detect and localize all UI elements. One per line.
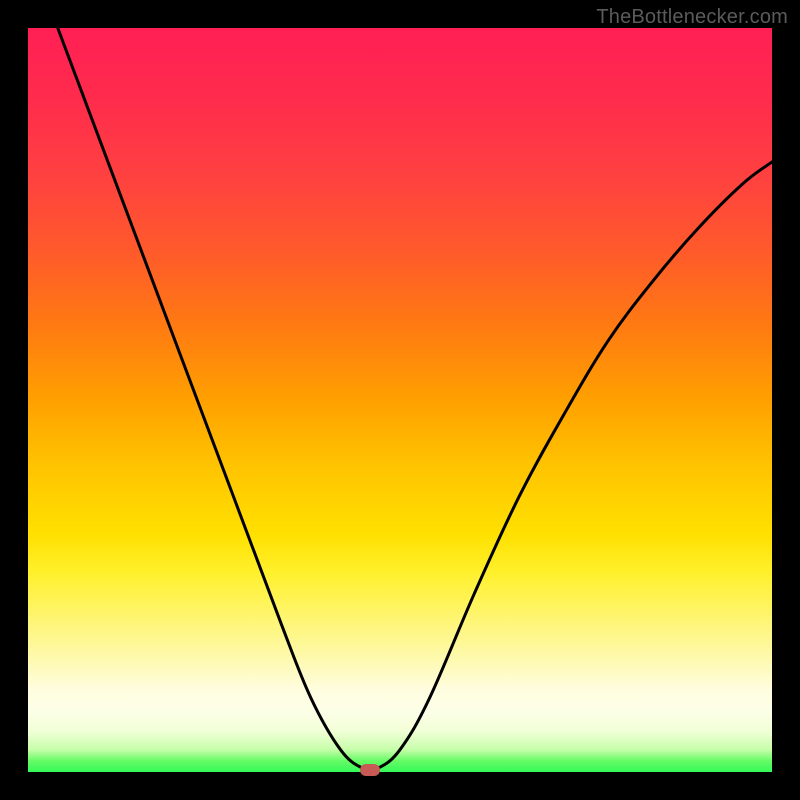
chart-plot-area <box>28 28 772 772</box>
minimum-marker <box>360 764 380 776</box>
curve-svg <box>28 28 772 772</box>
watermark-text: TheBottlenecker.com <box>596 6 788 29</box>
bottleneck-curve <box>58 28 772 771</box>
